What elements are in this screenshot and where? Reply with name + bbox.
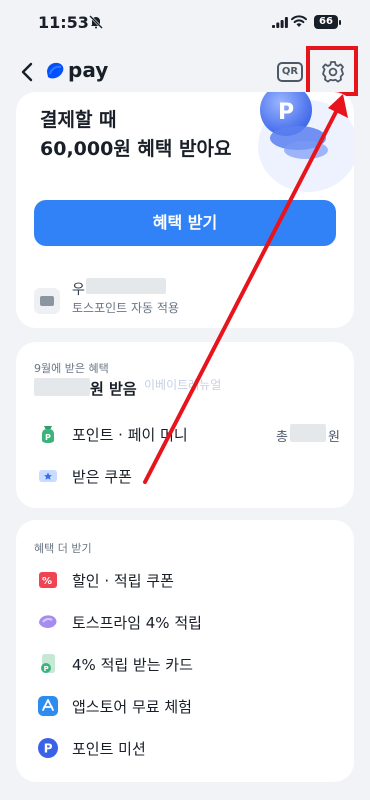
benefit-card: P 결제할 때 60,000원 혜택 받아요 혜택 받기 우 토스포인트 자동 … [16, 92, 354, 328]
get-benefit-button[interactable]: 혜택 받기 [34, 200, 336, 246]
svg-text:P: P [278, 100, 294, 125]
coupon-icon [39, 470, 57, 482]
benefit-headline: 결제할 때 60,000원 혜택 받아요 [40, 106, 231, 164]
app-store-icon [38, 696, 58, 716]
redacted-points [290, 424, 326, 442]
toss-prime-icon [39, 615, 57, 628]
row-label-prime: 토스프라임 4% 적립 [72, 614, 202, 632]
annotation-highlight-box [306, 46, 358, 96]
received-benefits-card: 9월에 받은 혜택 원 받음 이베이트레뉴얼 P 포인트 · 페이 머니 총 원… [16, 342, 354, 508]
wifi-icon [291, 15, 307, 27]
more-benefits-card: 혜택 더 받기 % 할인 · 적립 쿠폰 토스프라임 4% 적립 P 4% 적립… [16, 520, 354, 782]
row-label-points: 포인트 · 페이 머니 [72, 426, 188, 444]
row-label-discount-coupon: 할인 · 적립 쿠폰 [72, 572, 174, 590]
status-bar: 11:53 66 [0, 0, 370, 44]
more-section-title: 혜택 더 받기 [34, 542, 92, 555]
redacted-block [86, 278, 166, 294]
brand-name: pay [68, 58, 109, 82]
row-label-card: 4% 적립 받는 카드 [72, 656, 193, 674]
battery-tip [339, 20, 341, 25]
bell-muted-icon [89, 15, 103, 29]
svg-text:%: % [42, 576, 52, 587]
headline-line-2: 60,000원 혜택 받아요 [40, 138, 232, 160]
headline-line-1: 결제할 때 [40, 109, 117, 131]
redacted-amount [34, 378, 90, 396]
received-section-title: 9월에 받은 혜택 [34, 362, 109, 375]
battery-indicator: 66 [314, 15, 338, 29]
received-amount-label: 원 받음 [90, 380, 137, 398]
row-label-point-mission: 포인트 미션 [72, 740, 146, 758]
points-total-suffix: 원 [328, 430, 340, 445]
row-label-appstore: 앱스토어 무료 체험 [72, 698, 192, 716]
card-icon [34, 288, 60, 314]
reward-card-icon: P [41, 654, 55, 673]
point-mission-icon: P [38, 738, 58, 758]
svg-text:P: P [44, 742, 53, 756]
points-total-prefix: 총 [276, 430, 288, 445]
money-bag-icon: P [42, 426, 54, 443]
svg-text:P: P [45, 433, 51, 442]
status-time: 11:53 [38, 13, 89, 32]
discount-coupon-icon: % [39, 572, 57, 588]
payment-method-name[interactable]: 우 [72, 279, 85, 299]
payment-method-sub: 토스포인트 자동 적용 [72, 301, 179, 315]
watermark-text: 이베이트레뉴얼 [144, 378, 222, 392]
back-arrow-icon[interactable] [16, 58, 40, 86]
svg-text:P: P [44, 665, 49, 673]
point-coin-illustration: P [258, 92, 354, 192]
toss-pay-logo-icon [47, 62, 64, 79]
cell-signal-icon [272, 17, 288, 28]
row-label-coupons: 받은 쿠폰 [72, 468, 132, 486]
qr-button[interactable]: QR [277, 62, 303, 82]
